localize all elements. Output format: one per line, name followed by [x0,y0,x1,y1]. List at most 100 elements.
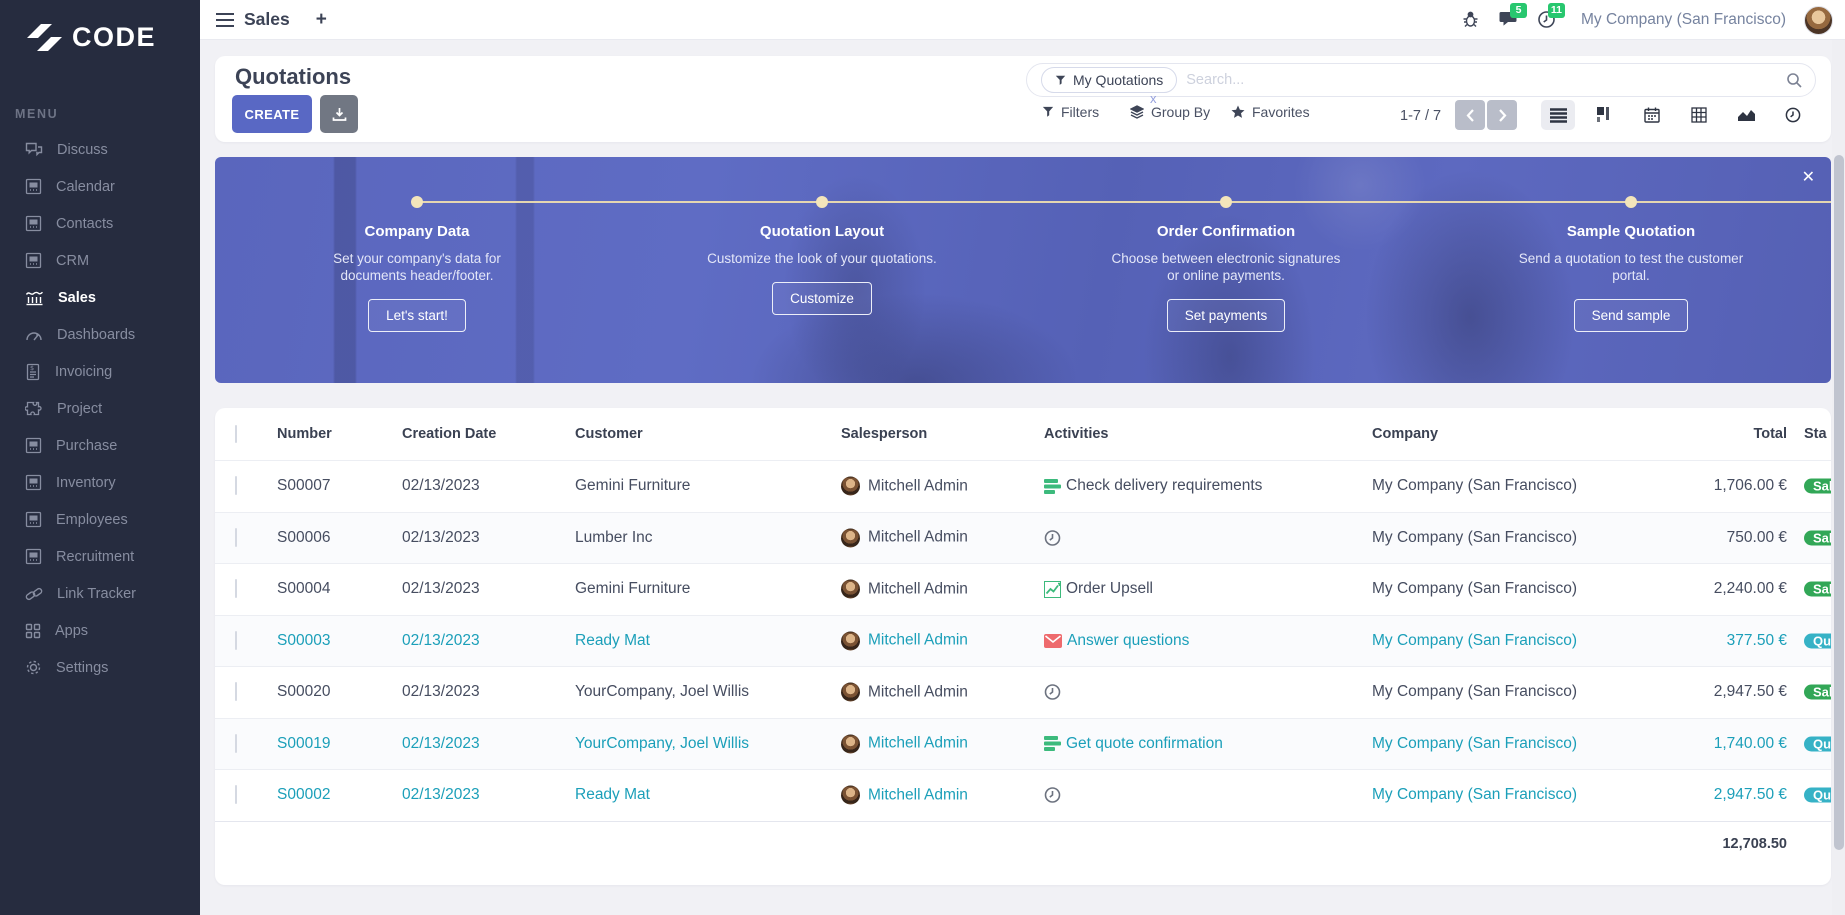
app-logo[interactable]: CODE [0,0,200,53]
activity-cell[interactable] [1044,529,1061,546]
sidebar-item-purchase[interactable]: Purchase [0,427,200,464]
row-checkbox[interactable] [235,528,237,547]
sidebar-item-recruitment[interactable]: Recruitment [0,538,200,575]
banner-close-icon[interactable]: ✕ [1798,163,1819,191]
sidebar-item-apps[interactable]: Apps [0,612,200,649]
kanban-view-icon [1597,107,1613,123]
export-download-button[interactable] [320,95,358,133]
column-header-creation-date[interactable]: Creation Date [402,426,496,442]
quotation-number: S00006 [277,529,330,547]
salesperson-name: Mitchell Admin [868,580,968,598]
total-amount: 2,947.50 € [1595,786,1787,804]
row-checkbox[interactable] [235,682,237,701]
table-row[interactable]: S00003 02/13/2023 Ready Mat Mitchell Adm… [215,615,1831,667]
column-header-activities[interactable]: Activities [1044,426,1108,442]
sidebar-item-inventory[interactable]: Inventory [0,464,200,501]
tasks-icon [1044,736,1061,751]
graph-view-icon [1738,108,1755,122]
sidebar-item-project[interactable]: Project [0,390,200,427]
clock-icon [1044,684,1061,701]
filter-funnel-icon [1055,75,1066,86]
total-amount: 1,706.00 € [1595,477,1787,495]
menu-section-label: MENU [15,107,200,121]
search-facet-chip[interactable]: My Quotations [1041,67,1177,93]
activity-cell[interactable]: Order Upsell [1044,580,1153,598]
sidebar-item-employees[interactable]: Employees [0,501,200,538]
column-header-salesperson[interactable]: Salesperson [841,426,927,442]
topbar-app-name[interactable]: Sales [244,9,290,30]
search-icon[interactable] [1786,72,1803,89]
view-switch-calendar[interactable] [1635,100,1669,130]
select-all-checkbox[interactable] [235,425,237,443]
customer-name: YourCompany, Joel Willis [575,683,749,701]
chat-bubbles-icon [25,142,43,158]
gauge-icon [25,327,43,343]
user-avatar[interactable] [1804,6,1833,35]
sidebar-item-link-tracker[interactable]: Link Tracker [0,575,200,612]
table-row[interactable]: S00020 02/13/2023 YourCompany, Joel Will… [215,666,1831,718]
search-bar[interactable]: My Quotations Search... x [1026,63,1816,97]
activity-cell[interactable] [1044,684,1061,701]
favorites-button[interactable]: Favorites [1231,104,1310,120]
clock-icon [1044,529,1061,546]
create-button[interactable]: CREATE [232,95,312,133]
view-switch-list[interactable] [1541,100,1575,130]
view-switch-activity[interactable] [1776,100,1810,130]
sidebar-item-invoicing[interactable]: $ Invoicing [0,353,200,390]
customize-button[interactable]: Customize [772,282,872,315]
status-badge: Sal [1804,582,1831,597]
set-payments-button[interactable]: Set payments [1167,299,1286,332]
customer-name: Gemini Furniture [575,580,690,598]
table-row[interactable]: S00004 02/13/2023 Gemini Furniture Mitch… [215,563,1831,615]
activity-cell[interactable]: Get quote confirmation [1044,735,1223,753]
row-checkbox[interactable] [235,579,237,598]
table-row[interactable]: S00006 02/13/2023 Lumber Inc Mitchell Ad… [215,512,1831,564]
group-by-button[interactable]: Group By [1130,104,1210,120]
bug-icon[interactable] [1461,10,1481,30]
scrollbar-thumb[interactable] [1834,155,1844,850]
sidebar-item-sales[interactable]: Sales [0,279,200,316]
column-header-status[interactable]: Sta [1804,426,1827,442]
vertical-scrollbar[interactable] [1832,40,1845,915]
sidebar-item-discuss[interactable]: Discuss [0,131,200,168]
view-switch-pivot[interactable] [1682,100,1716,130]
sidebar-item-crm[interactable]: CRM [0,242,200,279]
pagination-prev-button[interactable] [1455,100,1485,130]
send-sample-button[interactable]: Send sample [1574,299,1689,332]
sidebar-item-settings[interactable]: Settings [0,649,200,686]
messages-icon[interactable]: 5 [1499,10,1519,30]
row-checkbox[interactable] [235,785,237,804]
column-header-customer[interactable]: Customer [575,426,643,442]
filters-button[interactable]: Filters [1042,104,1099,120]
pagination-next-button[interactable] [1487,100,1517,130]
salesperson-avatar [841,580,860,599]
hamburger-menu-icon[interactable] [216,13,234,27]
sidebar-item-dashboards[interactable]: Dashboards [0,316,200,353]
salesperson-name: Mitchell Admin [868,735,968,753]
new-tab-plus-button[interactable]: + [316,9,327,31]
activity-clock-icon[interactable]: 11 [1537,10,1557,30]
view-switch-graph[interactable] [1729,100,1763,130]
view-switch-kanban[interactable] [1588,100,1622,130]
row-checkbox[interactable] [235,734,237,753]
sidebar-item-contacts[interactable]: Contacts [0,205,200,242]
lets-start-button[interactable]: Let's start! [368,299,466,332]
row-checkbox[interactable] [235,631,237,650]
table-row[interactable]: S00019 02/13/2023 YourCompany, Joel Will… [215,718,1831,770]
table-row[interactable]: S00002 02/13/2023 Ready Mat Mitchell Adm… [215,769,1831,821]
sidebar-item-calendar[interactable]: Calendar [0,168,200,205]
table-row[interactable]: S00007 02/13/2023 Gemini Furniture Mitch… [215,460,1831,512]
column-header-number[interactable]: Number [277,426,332,442]
activity-cell[interactable] [1044,787,1061,804]
row-checkbox[interactable] [235,476,237,495]
column-header-total[interactable]: Total [1595,426,1787,442]
column-header-company[interactable]: Company [1372,426,1438,442]
company-name: My Company (San Francisco) [1372,683,1577,701]
placeholder-image-icon [25,252,42,269]
company-switcher[interactable]: My Company (San Francisco) [1581,11,1786,29]
envelope-icon [1044,634,1062,648]
activity-cell[interactable]: Check delivery requirements [1044,477,1262,495]
activity-cell[interactable]: Answer questions [1044,632,1189,650]
download-icon [332,107,347,122]
control-panel: Quotations CREATE My Quotations Search..… [215,56,1831,142]
